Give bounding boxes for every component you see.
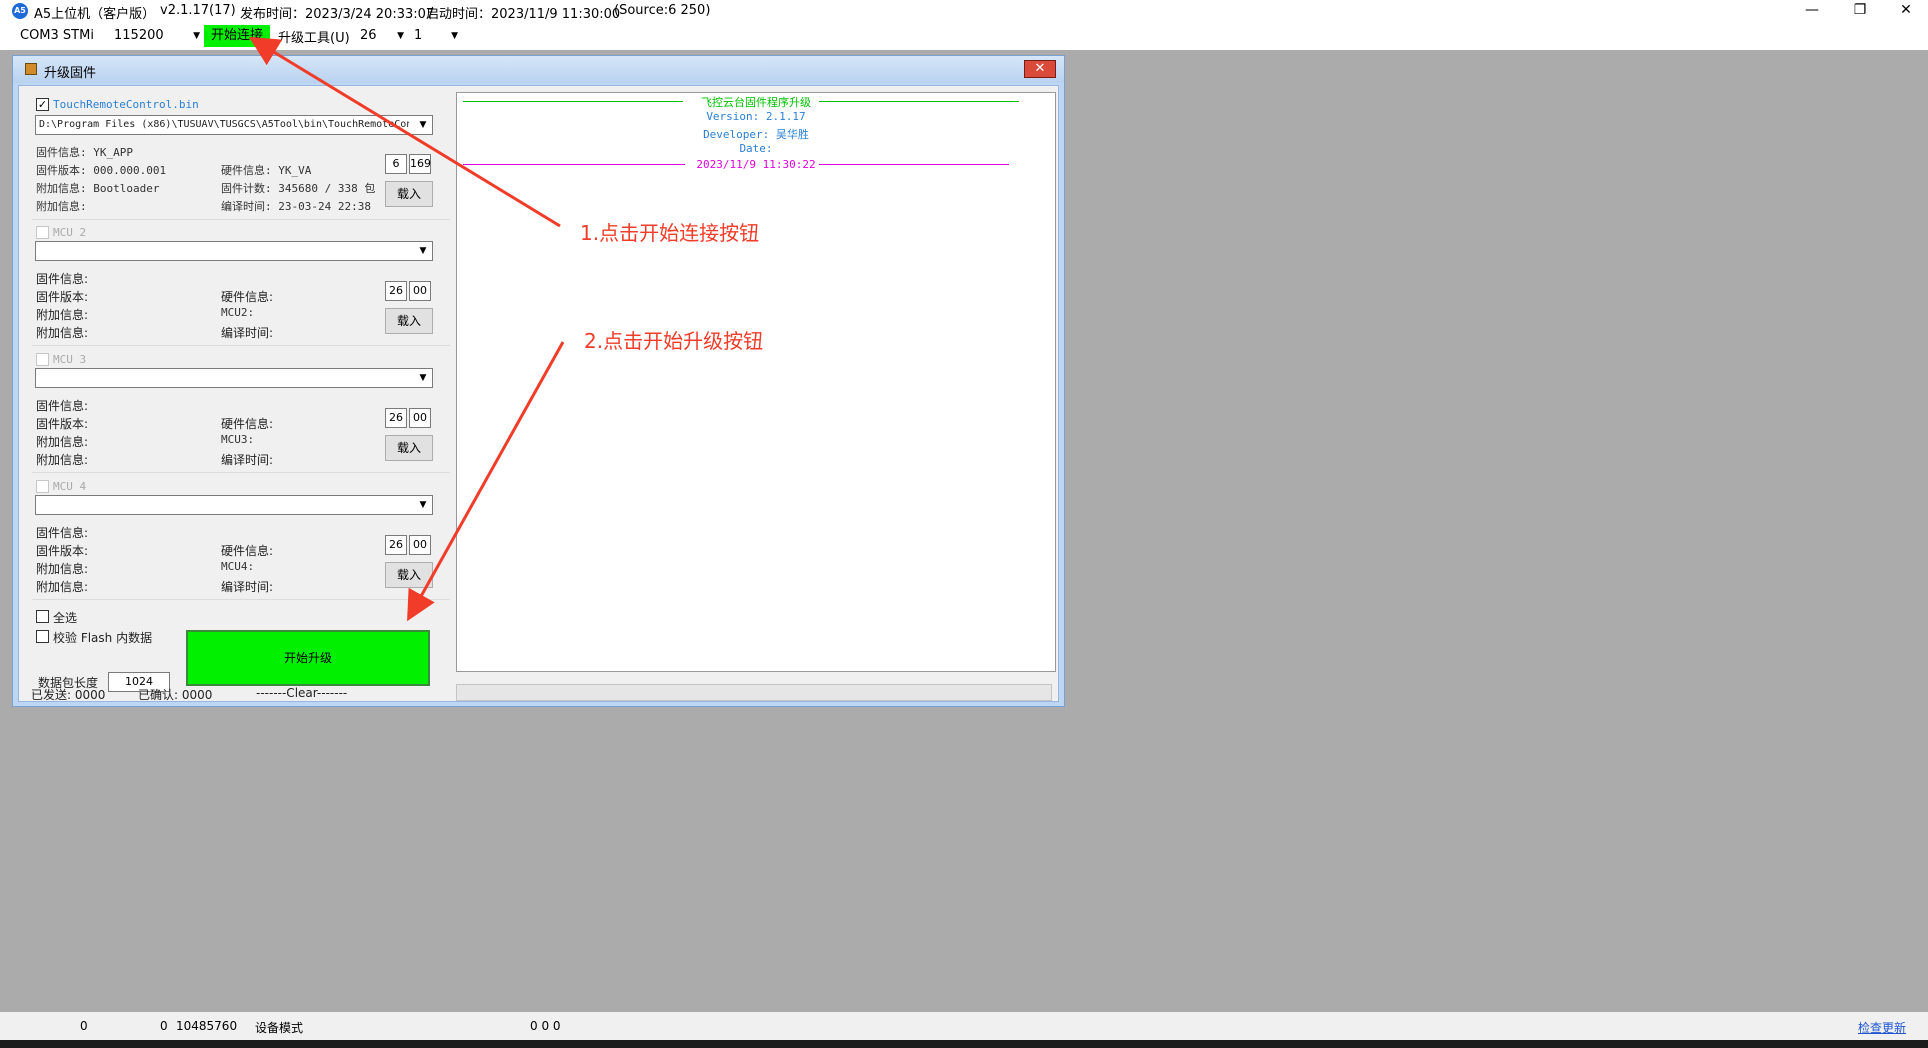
status-value-a: 0 — [80, 1019, 88, 1033]
annotation-step2: 2.点击开始升级按钮 — [584, 329, 764, 353]
status-value-c: 10485760 — [176, 1019, 238, 1033]
bottom-status-bar: 0 0 10485760 设备模式 0 0 0 检查更新 — [0, 1012, 1928, 1040]
annotation-arrows — [248, 36, 565, 622]
status-value-b: 0 — [160, 1019, 168, 1033]
taskbar — [0, 1040, 1928, 1048]
device-mode: 设备模式 — [255, 1021, 304, 1035]
arrow-to-upgrade — [407, 341, 565, 622]
annotation-step1: 1.点击开始连接按钮 — [580, 221, 760, 245]
arrow-to-connect — [248, 36, 561, 228]
status-value-d: 0 0 0 — [530, 1019, 561, 1033]
check-update-link[interactable]: 检查更新 — [1858, 1019, 1906, 1036]
